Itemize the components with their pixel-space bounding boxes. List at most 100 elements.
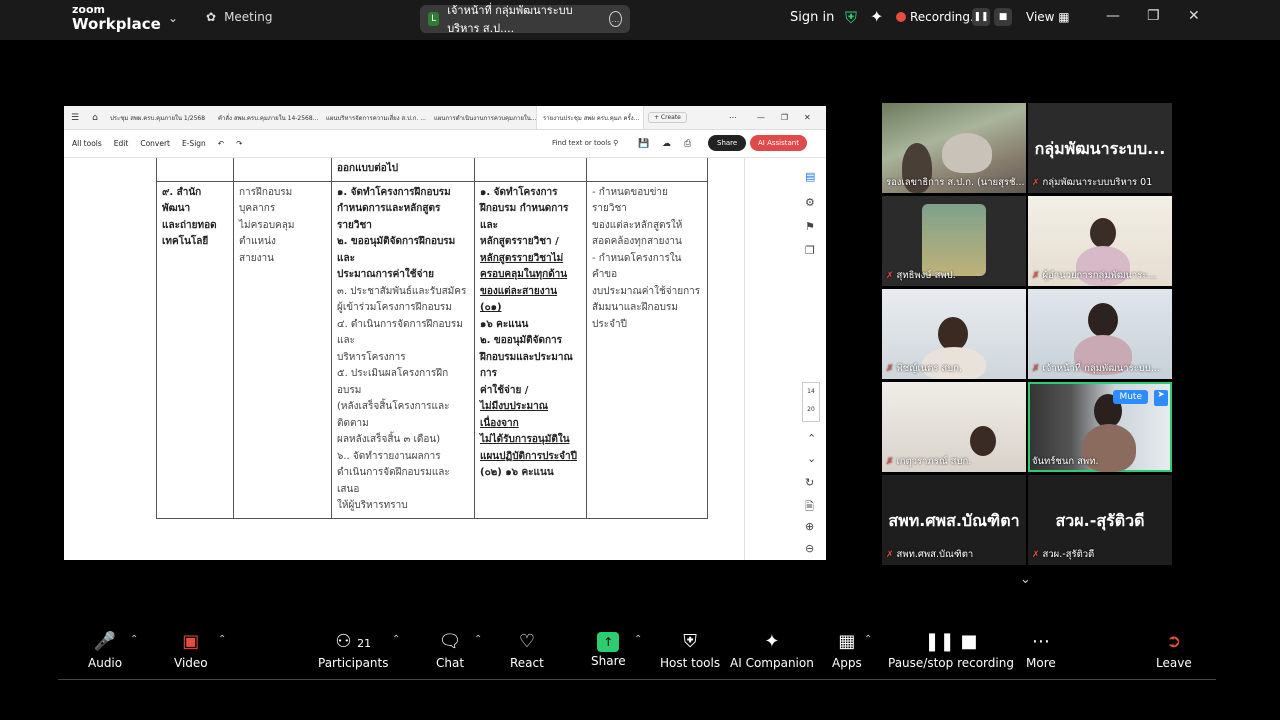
video-button[interactable]: ▣ Video bbox=[174, 630, 208, 670]
zoom-out-icon[interactable]: ⊖ bbox=[805, 542, 814, 555]
close-icon[interactable]: ✕ bbox=[1188, 8, 1200, 24]
doc-restore-icon[interactable]: ❐ bbox=[781, 113, 788, 122]
convert-menu[interactable]: Convert bbox=[140, 139, 170, 148]
cell-line: และถ่ายทอด bbox=[162, 219, 217, 231]
more-button[interactable]: ⋯ More bbox=[1026, 630, 1056, 670]
participant-tile[interactable]: กลุ่มพัฒนาระบบ... ✗ กลุ่มพัฒนาระบบบริหาร … bbox=[1028, 103, 1172, 193]
participant-name: ✗ สพท.ศพส.บัณฑิตา bbox=[886, 547, 973, 562]
tab-3[interactable]: แผนบริหารจัดการความเสี่ยง ส.ป.ก. ... bbox=[320, 106, 428, 129]
find-text-field[interactable]: Find text or tools ⚲ bbox=[552, 139, 618, 147]
share-caret-icon[interactable]: ⌃ bbox=[634, 634, 642, 645]
participant-tile[interactable]: รองเลขาธิการ ส.ป.ก. (นายสุรชั... bbox=[882, 103, 1026, 193]
sign-in-link[interactable]: Sign in bbox=[790, 10, 834, 25]
panel-icon[interactable]: ▤ bbox=[805, 170, 815, 183]
chat-button[interactable]: 🗨 Chat bbox=[436, 630, 464, 670]
shield-icon[interactable]: ⛨ bbox=[845, 8, 859, 27]
react-button[interactable]: ♡ React bbox=[510, 630, 544, 670]
ai-companion-button[interactable]: ✦ AI Companion bbox=[730, 630, 814, 670]
participants-caret-icon[interactable]: ⌃ bbox=[392, 634, 400, 645]
host-tools-label: Host tools bbox=[660, 656, 721, 670]
stop-icon[interactable]: ■ bbox=[994, 8, 1012, 26]
mic-muted-icon: ✗ bbox=[1032, 549, 1040, 560]
process-cell: ๑. จัดทำโครงการฝึกอบรม กำหนดการและหลักสู… bbox=[331, 180, 475, 519]
more-icon[interactable]: … bbox=[608, 11, 622, 27]
sparkle-icon[interactable]: ✦ bbox=[870, 7, 883, 26]
table-cell bbox=[233, 158, 332, 182]
participant-tile[interactable]: ✗ เจ้าหน้าที่ กลุ่มพัฒนาระบบ... bbox=[1028, 289, 1172, 379]
redo-icon[interactable]: ↷ bbox=[236, 139, 242, 148]
page-down-icon[interactable]: ⌄ bbox=[807, 452, 816, 465]
save-icon[interactable]: 💾 bbox=[638, 139, 649, 149]
cell-line: การฝึกอบรมบุคลากร bbox=[239, 186, 293, 215]
document-icon[interactable]: 🗎 bbox=[805, 498, 814, 517]
doc-close-icon[interactable]: ✕ bbox=[804, 113, 811, 122]
pause-icon[interactable]: ❚❚ bbox=[972, 8, 990, 26]
participant-tile[interactable]: สวผ.-สุรัติวดี ✗ สวผ.-สุรัติวดี bbox=[1028, 475, 1172, 565]
apps-button[interactable]: ▦ Apps bbox=[832, 630, 862, 670]
brand-big: Workplace bbox=[72, 15, 161, 33]
settings-icon[interactable]: ⚙ bbox=[805, 196, 815, 209]
doc-minimize-icon[interactable]: — bbox=[757, 113, 765, 122]
active-speaker-pill[interactable]: L เจ้าหน้าที่ กลุ่มพัฒนาระบบบริหาร ส.ป..… bbox=[420, 4, 630, 35]
participant-gallery: รองเลขาธิการ ส.ป.ก. (นายสุรชั... กลุ่มพั… bbox=[882, 103, 1172, 565]
page-total: 20 bbox=[807, 406, 815, 413]
edit-menu[interactable]: Edit bbox=[114, 139, 129, 148]
host-tools-button[interactable]: ⛨ Host tools bbox=[660, 630, 720, 670]
audio-options-caret-icon[interactable]: ⌃ bbox=[130, 634, 138, 645]
react-label: React bbox=[510, 656, 544, 670]
apps-caret-icon[interactable]: ⌃ bbox=[864, 634, 872, 645]
video-options-caret-icon[interactable]: ⌃ bbox=[218, 634, 226, 645]
table-cell bbox=[474, 158, 587, 182]
participant-tile[interactable]: ✗ สุทธิพงษ์ สพป. bbox=[882, 196, 1026, 286]
upload-icon[interactable]: ☁ bbox=[662, 139, 671, 149]
view-menu[interactable]: View ▦ bbox=[1026, 10, 1070, 24]
refresh-icon[interactable]: ↻ bbox=[805, 476, 814, 489]
tab-4[interactable]: แผนการดำเนินงานการควบคุมภายใน... bbox=[428, 106, 536, 129]
chevron-down-icon[interactable]: ⌄ bbox=[168, 11, 178, 25]
esign-menu[interactable]: E-Sign bbox=[182, 139, 206, 148]
cell-line: บริหารโครงการ bbox=[337, 351, 406, 363]
cell-line: ฝึกอบรม กำหนดการและ bbox=[480, 203, 569, 231]
participants-button[interactable]: ⚇ 21 Participants bbox=[318, 630, 389, 670]
audio-button[interactable]: 🎤 Audio bbox=[88, 630, 122, 670]
cell-line: ๖.. จัดทำรายงานผลการ bbox=[337, 450, 441, 462]
bookmark-icon[interactable]: ⚑ bbox=[805, 220, 815, 233]
mute-participant-button[interactable]: Mute bbox=[1113, 390, 1148, 404]
page-up-icon[interactable]: ⌃ bbox=[807, 432, 816, 445]
tab-1[interactable]: ประชุม สพผ.ครบ.คุมภายใน 1/2568 bbox=[104, 106, 212, 129]
participant-tile[interactable]: สพท.ศพส.บัณฑิตา ✗ สพท.ศพส.บัณฑิตา bbox=[882, 475, 1026, 565]
participant-tile[interactable]: ✗ พิชญ์เนตร สบก. bbox=[882, 289, 1026, 379]
recording-indicator[interactable]: Recording... bbox=[896, 10, 981, 24]
participant-tile[interactable]: ✗ เกตุวราภรณ์ สบก. bbox=[882, 382, 1026, 472]
tab-2[interactable]: คำสั่ง สพผ.ครบ.คุมภายใน 14-2568... bbox=[212, 106, 320, 129]
restore-icon[interactable]: ❐ bbox=[1147, 8, 1160, 24]
doc-share-button[interactable]: Share bbox=[708, 135, 747, 151]
minimize-icon[interactable]: — bbox=[1106, 8, 1120, 24]
more-tabs-icon[interactable]: ⋯ bbox=[729, 113, 737, 122]
ai-assistant-button[interactable]: AI Assistant bbox=[750, 135, 807, 151]
browser-tab-bar: ☰ ⌂ ประชุม สพผ.ครบ.คุมภายใน 1/2568 คำสั่… bbox=[64, 106, 826, 130]
create-tab-button[interactable]: + Create bbox=[648, 112, 687, 123]
pause-stop-icon: ❚❚ ■ bbox=[924, 631, 978, 652]
cell-line: - กำหนดขอบข่ายรายวิชา bbox=[592, 186, 668, 215]
zoom-in-icon[interactable]: ⊕ bbox=[805, 520, 814, 533]
video-head bbox=[1090, 218, 1116, 248]
print-icon[interactable]: ⎙ bbox=[684, 139, 691, 149]
page-indicator[interactable]: 14 20 bbox=[802, 382, 820, 422]
undo-icon[interactable]: ↶ bbox=[218, 139, 224, 148]
chat-caret-icon[interactable]: ⌃ bbox=[474, 634, 482, 645]
copy-icon[interactable]: ❐ bbox=[805, 244, 815, 257]
participant-tile[interactable]: ✗ ผู้อำนวยการกลุ่มพัฒนาระ... bbox=[1028, 196, 1172, 286]
participant-name-text: พิชญ์เนตร สบก. bbox=[896, 363, 962, 374]
menu-icon[interactable]: ☰ bbox=[64, 113, 86, 123]
participant-tile-active-speaker[interactable]: Mute ➤ จันทร์ชนก สพท. bbox=[1028, 382, 1172, 472]
gallery-next-page-icon[interactable]: ⌄ bbox=[1020, 572, 1031, 587]
leave-button[interactable]: ➲ Leave bbox=[1156, 630, 1192, 670]
meeting-menu[interactable]: ✿ Meeting bbox=[206, 10, 272, 24]
home-icon[interactable]: ⌂ bbox=[86, 113, 104, 123]
participant-big-name: สวผ.-สุรัติวดี bbox=[1055, 511, 1145, 530]
tab-5-active[interactable]: รายงานประชุม สพผ ครบ.คุมภ ครั้ง... bbox=[536, 106, 644, 129]
all-tools-menu[interactable]: All tools bbox=[72, 139, 102, 148]
share-button[interactable]: ↑ Share bbox=[591, 630, 626, 668]
pause-stop-recording-button[interactable]: ❚❚ ■ Pause/stop recording bbox=[888, 630, 1014, 670]
